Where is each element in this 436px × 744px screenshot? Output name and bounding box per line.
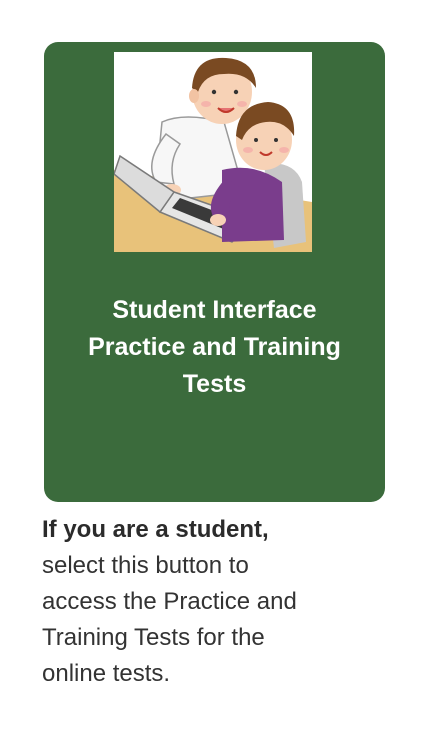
student-interface-practice-tests-button[interactable]: Student Interface Practice and Training … xyxy=(44,42,385,502)
description-line-3: Training Tests for the xyxy=(42,624,265,651)
teacher-student-laptop-illustration xyxy=(114,52,312,252)
description-lead: If you are a student, xyxy=(42,516,269,543)
card-title-line-1: Student Interface xyxy=(112,296,317,324)
description-line-4: online tests. xyxy=(42,660,171,687)
card-title-line-3: Tests xyxy=(182,370,247,398)
card-title: Student Interface Practice and Training … xyxy=(54,292,375,403)
description-line-1: select this button to xyxy=(42,552,249,579)
description-line-2: access the Practice and xyxy=(42,588,297,615)
button-description: If you are a student, select this button… xyxy=(42,512,402,692)
card-title-line-2: Practice and Training xyxy=(88,333,341,361)
